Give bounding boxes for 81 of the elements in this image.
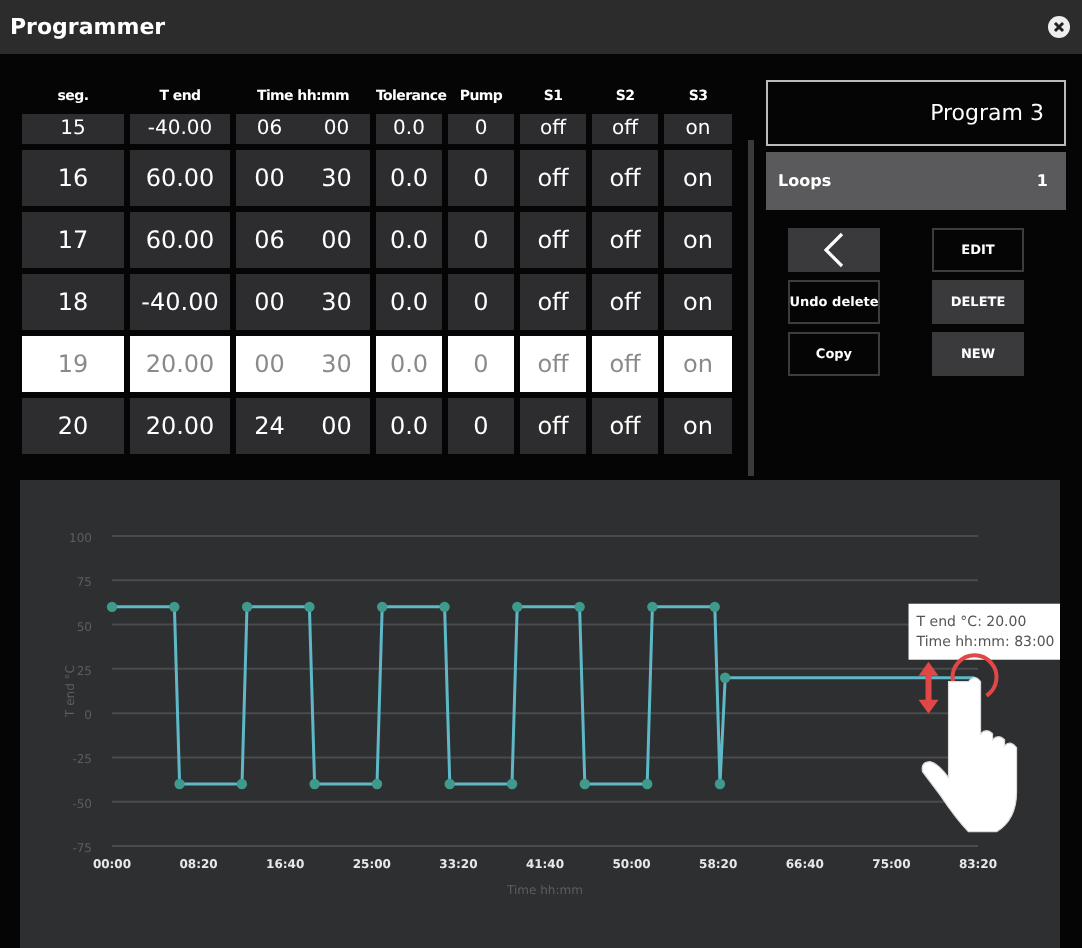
data-point[interactable] (642, 778, 653, 790)
data-point[interactable] (106, 601, 118, 613)
table-cell[interactable]: off (520, 113, 586, 144)
hours-value: 06 (256, 117, 283, 140)
time-cell[interactable]: 00 30 (236, 149, 370, 206)
time-cell[interactable]: 06 00 (236, 113, 370, 144)
data-point[interactable] (444, 778, 455, 790)
table-cell[interactable]: off (520, 273, 586, 330)
data-point[interactable] (371, 778, 383, 790)
table-cell[interactable]: 20.00 (130, 397, 230, 454)
table-cell[interactable]: on (664, 273, 732, 330)
minutes-value: 00 (321, 411, 352, 440)
table-cell[interactable]: 60.00 (130, 149, 230, 206)
data-point[interactable] (169, 601, 180, 613)
data-point[interactable] (439, 601, 450, 613)
table-cell[interactable]: 0 (448, 273, 514, 330)
minutes-value: 00 (323, 117, 350, 140)
minutes-value: 30 (321, 163, 352, 192)
table-cell[interactable]: on (664, 211, 732, 268)
table-cell[interactable]: -40.00 (130, 113, 230, 144)
table-cell[interactable]: 60.00 (130, 211, 230, 268)
table-cell[interactable]: on (664, 113, 732, 144)
chevron-left-icon (822, 231, 846, 268)
table-cell[interactable]: off (592, 273, 658, 330)
table-cell[interactable]: 16 (22, 149, 124, 206)
table-cell[interactable]: 15 (22, 113, 124, 144)
up-down-arrow-icon (918, 661, 939, 714)
table-cell[interactable]: 0 (448, 211, 514, 268)
loops-bar[interactable]: Loops 1 (766, 151, 1066, 210)
table-cell[interactable]: 0.0 (376, 149, 442, 206)
table-cell[interactable]: on (664, 397, 732, 454)
data-point[interactable] (579, 778, 591, 790)
table-cell[interactable]: 0.0 (376, 397, 442, 454)
table-cell[interactable]: off (520, 149, 586, 206)
window-title: Programmer (10, 13, 166, 40)
minutes-value: 30 (321, 287, 352, 316)
table-cell[interactable]: 0.0 (376, 113, 442, 144)
data-point[interactable] (309, 778, 320, 790)
data-point[interactable] (506, 778, 518, 790)
table-cell[interactable]: off (592, 397, 658, 454)
close-icon[interactable] (1048, 15, 1070, 38)
data-point[interactable] (512, 601, 523, 613)
table-cell[interactable]: 0 (448, 397, 514, 454)
table-cell[interactable]: 0 (448, 113, 514, 144)
table-cell[interactable]: 18 (22, 273, 124, 330)
time-cell[interactable]: 06 00 (236, 211, 370, 268)
data-point[interactable] (647, 601, 658, 613)
table-cell[interactable]: off (592, 149, 658, 206)
loops-value: 1 (1036, 171, 1048, 190)
hours-value: 00 (254, 287, 285, 316)
table-cell[interactable]: on (664, 149, 732, 206)
table-cell[interactable]: off (592, 113, 658, 144)
data-point[interactable] (709, 601, 720, 613)
data-point[interactable] (574, 601, 585, 613)
time-cell[interactable]: 24 00 (236, 397, 370, 454)
data-point[interactable] (174, 778, 185, 790)
table-cell[interactable]: off (520, 397, 586, 454)
table-cell[interactable]: 0 (448, 149, 514, 206)
data-point[interactable] (719, 672, 731, 683)
table-cell[interactable]: off (520, 211, 586, 268)
table-cell[interactable]: 0.0 (376, 273, 442, 330)
hours-value: 24 (254, 411, 285, 440)
table-cell[interactable]: 17 (22, 211, 124, 268)
data-point[interactable] (236, 778, 248, 790)
time-cell[interactable]: 00 30 (236, 273, 370, 330)
data-point[interactable] (377, 601, 388, 613)
data-point[interactable] (714, 778, 726, 790)
loops-label: Loops (778, 171, 832, 190)
hours-value: 00 (254, 349, 285, 378)
back-button[interactable] (788, 227, 880, 272)
program-name-field[interactable]: Program 3 (766, 79, 1066, 146)
data-point[interactable] (241, 601, 253, 613)
data-point[interactable] (304, 601, 315, 613)
table-cell[interactable]: off (592, 211, 658, 268)
table-cell[interactable]: 20 (22, 397, 124, 454)
hours-value: 00 (254, 163, 285, 192)
hours-value: 06 (254, 225, 285, 254)
table-cell[interactable]: 0.0 (376, 211, 442, 268)
minutes-value: 00 (321, 225, 352, 254)
table-cell[interactable]: -40.00 (130, 273, 230, 330)
minutes-value: 30 (321, 349, 352, 378)
